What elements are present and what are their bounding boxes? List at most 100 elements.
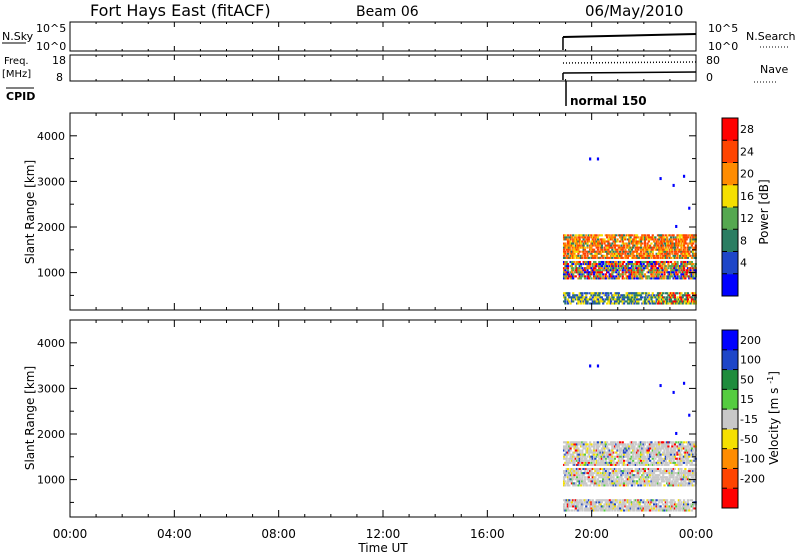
scatter-cell bbox=[646, 277, 649, 280]
scatter-cell bbox=[652, 275, 656, 278]
scatter-cell bbox=[688, 206, 691, 210]
scatter-cell bbox=[639, 478, 643, 481]
scatter-cell bbox=[615, 265, 618, 268]
scatter-cell bbox=[581, 457, 584, 460]
scatter-cell bbox=[586, 242, 589, 245]
scatter-cell bbox=[689, 236, 692, 239]
scatter-cell bbox=[655, 499, 658, 502]
scatter-cell bbox=[615, 478, 618, 481]
scatter-cell bbox=[642, 459, 645, 462]
scatter-cell bbox=[649, 463, 652, 466]
scatter-cell bbox=[669, 260, 673, 264]
scatter-cell bbox=[581, 449, 584, 452]
scatter-cell bbox=[639, 294, 643, 297]
scatter-cell bbox=[655, 509, 658, 512]
scatter-cell bbox=[595, 507, 598, 510]
scatter-cell bbox=[600, 248, 603, 251]
scatter-cell bbox=[596, 246, 600, 249]
scatter-cell bbox=[679, 451, 682, 454]
scatter-cell bbox=[630, 472, 633, 475]
scatter-cell bbox=[619, 263, 622, 266]
scatter-cell bbox=[629, 267, 632, 270]
scatter-cell bbox=[568, 273, 571, 276]
scatter-cell bbox=[642, 451, 645, 454]
scatter-cell bbox=[660, 463, 663, 466]
scatter-cell bbox=[633, 445, 636, 448]
scatter-cell bbox=[594, 267, 597, 270]
scatter-cell bbox=[637, 302, 640, 305]
scatter-cell bbox=[672, 183, 675, 187]
scatter-cell bbox=[586, 470, 589, 473]
scatter-cell bbox=[621, 505, 624, 508]
scatter-cell bbox=[649, 459, 652, 462]
scatter-cell bbox=[587, 238, 590, 241]
scatter-cell bbox=[568, 476, 571, 479]
scatter-cell bbox=[679, 443, 682, 446]
scatter-cell bbox=[690, 265, 693, 268]
scatter-cell bbox=[609, 478, 613, 481]
scatter-cell bbox=[568, 451, 571, 454]
scatter-cell bbox=[602, 507, 605, 510]
scatter-cell bbox=[585, 234, 588, 237]
scatter-cell bbox=[607, 271, 610, 274]
scatter-cell bbox=[626, 455, 630, 458]
scatter-cell bbox=[679, 236, 682, 239]
scatter-cell bbox=[669, 447, 673, 450]
scatter-cell bbox=[681, 443, 684, 446]
scatter-cell bbox=[592, 445, 596, 448]
scatter-cell bbox=[566, 277, 570, 280]
scatter-cell bbox=[566, 234, 570, 237]
scatter-cell bbox=[692, 505, 695, 508]
scatter-cell bbox=[622, 482, 626, 485]
scatter-cell bbox=[651, 499, 654, 502]
scatter-cell bbox=[664, 472, 667, 475]
scatter-cell bbox=[654, 265, 657, 268]
scatter-cell bbox=[676, 252, 679, 255]
scatter-cell bbox=[619, 260, 622, 264]
scatter-cell bbox=[562, 505, 566, 508]
scatter-cell bbox=[577, 470, 580, 473]
scatter-cell bbox=[643, 234, 647, 237]
scatter-cell bbox=[621, 478, 624, 481]
scatter-cell bbox=[662, 474, 665, 477]
scatter-cell bbox=[679, 499, 682, 502]
scatter-cell bbox=[573, 476, 576, 479]
scatter-cell bbox=[590, 267, 593, 270]
scatter-cell bbox=[666, 501, 669, 504]
scatter-cell bbox=[667, 449, 670, 452]
scatter-cell bbox=[667, 242, 670, 245]
scatter-cell bbox=[578, 260, 581, 264]
colorbar-tick-label: -200 bbox=[740, 472, 765, 485]
scatter-cell bbox=[634, 273, 637, 276]
scatter-cell bbox=[572, 453, 575, 456]
scatter-cell bbox=[583, 470, 587, 473]
scatter-cell bbox=[585, 505, 588, 508]
scatter-cell bbox=[676, 256, 679, 259]
scatter-cell bbox=[592, 273, 596, 276]
scatter-cell bbox=[632, 455, 635, 458]
scatter-cell bbox=[622, 461, 626, 464]
scatter-cell bbox=[602, 292, 605, 295]
scatter-cell bbox=[616, 499, 619, 502]
freq-trace bbox=[562, 61, 697, 80]
scatter-cell bbox=[596, 467, 600, 471]
scatter-cell bbox=[666, 292, 669, 295]
scatter-cell bbox=[624, 252, 627, 255]
scatter-cell bbox=[566, 252, 570, 255]
scatter-cell bbox=[684, 246, 687, 249]
scatter-cell bbox=[639, 246, 643, 249]
scatter-cell bbox=[583, 269, 587, 272]
scatter-cell bbox=[630, 260, 633, 264]
scatter-cell bbox=[621, 474, 624, 477]
scatter-cell bbox=[630, 248, 633, 251]
scatter-cell bbox=[569, 447, 572, 450]
scatter-cell bbox=[688, 455, 691, 458]
scatter-cell bbox=[594, 476, 597, 479]
scatter-cell bbox=[654, 441, 657, 444]
scatter-cell bbox=[581, 275, 584, 278]
scatter-cell bbox=[616, 240, 619, 243]
scatter-cell bbox=[681, 296, 684, 299]
scatter-cell bbox=[630, 234, 633, 237]
freq-tick-high: 18 bbox=[52, 54, 66, 67]
scatter-cell bbox=[602, 275, 605, 278]
